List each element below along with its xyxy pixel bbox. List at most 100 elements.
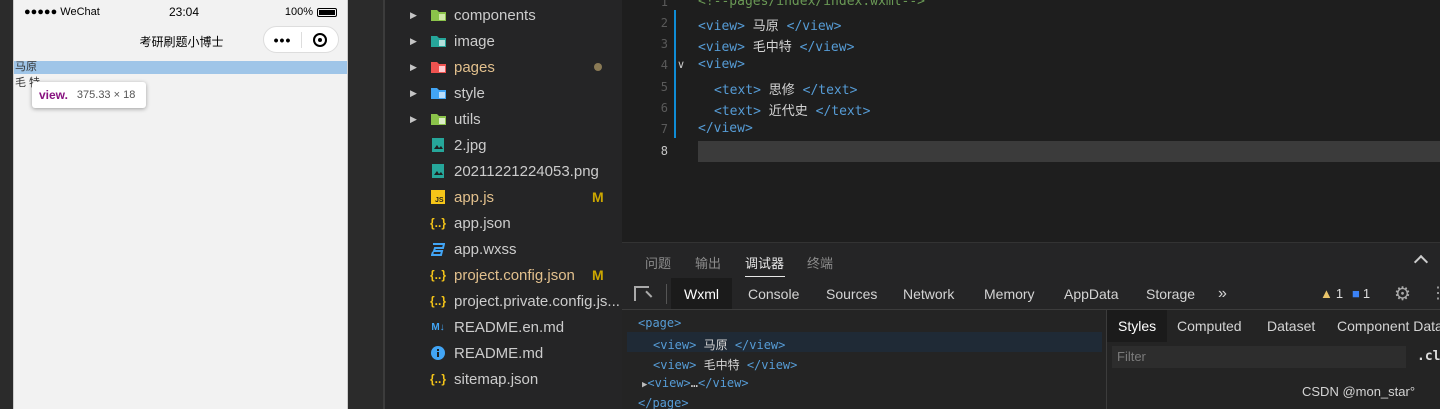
highlighted-view[interactable]: 马原	[14, 61, 347, 74]
dom-node-view-collapsed[interactable]: ▶<view>…</view>	[642, 376, 749, 390]
warning-counter[interactable]: ▲ 1	[1320, 286, 1343, 301]
mini-program-navbar: 考研刷题小博士 •••	[14, 24, 347, 58]
capsule-menu[interactable]: •••	[263, 26, 339, 53]
ide-window: ●●●●● WeChat 23:04 100% 考研刷题小博士 ••• 马原 毛…	[0, 0, 1440, 409]
devtools-tab-storage[interactable]: Storage	[1146, 278, 1195, 309]
explorer-item-label: sitemap.json	[454, 370, 539, 388]
code-tag: <view>	[698, 40, 745, 55]
code-tag: </view>	[786, 19, 842, 34]
dom-ellipsis: …	[690, 376, 699, 390]
devtools-toolbar: Wxml Console Sources Network Memory AppD…	[622, 278, 1440, 310]
chevron-right-icon[interactable]: ▶	[410, 114, 417, 125]
line-number: 1	[660, 0, 668, 9]
gear-icon[interactable]: ⚙	[1394, 283, 1411, 306]
code-tag: <text>	[714, 83, 761, 98]
devtools-tab-appdata[interactable]: AppData	[1064, 278, 1118, 309]
devtools-tab-network[interactable]: Network	[903, 278, 954, 309]
chevron-right-icon[interactable]: ▶	[410, 10, 417, 21]
code-editor[interactable]: ∨ 1 2 3 4 5 6 7 8 <!--pages/index/index.…	[622, 0, 1440, 242]
code-text: 近代史	[760, 104, 816, 119]
more-tabs-icon[interactable]: »	[1218, 278, 1227, 309]
code-text: 马原	[744, 19, 787, 34]
code-line-7: </view>	[698, 121, 753, 136]
explorer-folder-utils[interactable]: ▶ utils	[385, 106, 624, 132]
explorer-folder-image[interactable]: ▶ image	[385, 28, 624, 54]
tooltip-tag: view.	[39, 88, 68, 102]
inspect-element-icon[interactable]	[634, 286, 649, 301]
line-number: 3	[660, 37, 668, 51]
tooltip-size: 375.33 × 18	[76, 89, 136, 101]
explorer-folder-pages[interactable]: ▶ pages	[385, 54, 624, 80]
inspect-tooltip: view. 375.33 × 18	[32, 82, 146, 108]
image-file-icon	[429, 163, 447, 179]
dom-text: 马原	[696, 338, 735, 352]
status-time: 23:04	[169, 5, 200, 19]
folder-style-icon	[429, 85, 447, 101]
svg-text:JS: JS	[435, 197, 444, 204]
folder-pages-icon	[429, 59, 447, 75]
code-tag: <view>	[698, 19, 745, 34]
explorer-file-app-js[interactable]: JS app.js M	[385, 184, 624, 210]
tab-styles[interactable]: Styles	[1107, 310, 1168, 342]
code-tag: </text>	[815, 104, 871, 119]
dom-tag: </view>	[698, 376, 749, 390]
git-modified-badge: M	[592, 189, 604, 205]
explorer-file-app-json[interactable]: {..} app.json	[385, 210, 624, 236]
chevron-right-icon[interactable]: ▶	[410, 36, 417, 47]
dom-node-view[interactable]: <view> 马原 </view>	[653, 336, 785, 353]
explorer-file-readme[interactable]: README.md	[385, 340, 624, 366]
fold-chevron-icon[interactable]: ∨	[677, 58, 685, 71]
tab-dataset[interactable]: Dataset	[1267, 310, 1315, 342]
line-number: 4	[660, 58, 668, 72]
dom-tag: <view>	[653, 358, 697, 372]
devtools-tab-sources[interactable]: Sources	[826, 278, 877, 309]
bottom-panel: 问题 输出 调试器 终端 Wxml Console Sources Networ…	[622, 242, 1440, 409]
dom-tag: <view>	[647, 376, 691, 390]
devtools-tab-memory[interactable]: Memory	[984, 278, 1035, 309]
chevron-up-icon[interactable]	[1413, 254, 1429, 270]
tab-debugger[interactable]: 调试器	[745, 253, 784, 272]
explorer-item-label: 2.jpg	[454, 136, 487, 154]
file-explorer: ▶ components ▶ image ▶ pages ▶ style ▶ u…	[383, 0, 622, 409]
devtools-tab-console[interactable]: Console	[748, 278, 799, 309]
explorer-file-png[interactable]: 20211221224053.png	[385, 158, 624, 184]
explorer-item-label: style	[454, 84, 485, 102]
explorer-folder-components[interactable]: ▶ components	[385, 2, 624, 28]
explorer-file-project-private-config[interactable]: {..} project.private.config.js...	[385, 288, 624, 314]
styles-filter-input[interactable]: Filter	[1112, 346, 1406, 368]
chevron-right-icon[interactable]: ▶	[410, 62, 417, 73]
tab-component-data[interactable]: Component Data	[1337, 310, 1440, 342]
tab-problems[interactable]: 问题	[645, 253, 671, 272]
tab-terminal[interactable]: 终端	[807, 253, 833, 272]
dom-tag: </view>	[746, 358, 798, 372]
dom-tag: </view>	[734, 338, 786, 352]
battery-indicator: 100%	[285, 6, 337, 18]
explorer-file-sitemap[interactable]: {..} sitemap.json	[385, 366, 624, 392]
more-vertical-icon[interactable]: ⋮	[1430, 283, 1440, 303]
explorer-file-project-config[interactable]: {..} project.config.json M	[385, 262, 624, 288]
explorer-folder-style[interactable]: ▶ style	[385, 80, 624, 106]
line-number: 6	[660, 101, 668, 115]
warning-count: 1	[1335, 286, 1344, 301]
tab-computed[interactable]: Computed	[1177, 310, 1242, 342]
explorer-item-label: README.en.md	[454, 318, 565, 336]
dom-node-view[interactable]: <view> 毛中特 </view>	[653, 356, 797, 373]
close-mini-program-button[interactable]	[302, 32, 338, 47]
more-menu-icon[interactable]: •••	[264, 33, 301, 47]
explorer-file-2-jpg[interactable]: 2.jpg	[385, 132, 624, 158]
info-counter[interactable]: ■ 1	[1352, 286, 1370, 301]
dom-node-page-open[interactable]: <page>	[638, 316, 681, 330]
tab-output[interactable]: 输出	[695, 253, 721, 272]
toolbar-divider	[666, 284, 667, 304]
battery-icon	[317, 7, 337, 17]
explorer-file-app-wxss[interactable]: app.wxss	[385, 236, 624, 262]
json-file-icon: {..}	[429, 216, 446, 230]
devtools-tab-wxml[interactable]: Wxml	[671, 278, 732, 309]
explorer-file-readme-en[interactable]: M↓ README.en.md	[385, 314, 624, 340]
wxml-dom-tree: <page> <view> 马原 </view> <view> 毛中特 </vi…	[622, 310, 1106, 409]
chevron-right-icon[interactable]: ▶	[410, 88, 417, 99]
explorer-item-label: app.json	[454, 214, 511, 232]
git-modified-badge: M	[592, 267, 604, 283]
cls-button[interactable]: .cls	[1417, 349, 1440, 364]
explorer-item-label: 20211221224053.png	[454, 162, 599, 180]
